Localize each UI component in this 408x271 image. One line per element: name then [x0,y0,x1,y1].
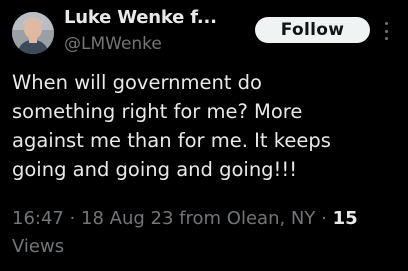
tweet-card: Luke Wenke f... @LMWenke Follow When wil… [0,0,408,271]
tweet-time[interactable]: 16:47 [12,208,64,229]
views-label[interactable]: Views [12,236,64,257]
tweet-location[interactable]: Olean, NY [227,208,316,229]
tweet-text-line: going and going and going!!! [12,158,298,181]
tweet-meta: 16:47 · 18 Aug 23 from Olean, NY · 15 Vi… [12,205,402,261]
more-dot [384,22,388,25]
more-dot [384,37,388,40]
meta-separator: · [63,208,82,229]
more-dot [384,29,388,33]
tweet-text-line: When will government do [12,71,262,94]
tweet-text: When will government do something right … [12,68,396,184]
meta-separator: · [315,208,333,229]
location-prefix: from [173,208,227,229]
tweet-text-line: something right for me? More [12,100,303,123]
author-handle[interactable]: @LMWenke [64,34,162,54]
tweet-text-line: against me than for me. It keeps [12,129,331,152]
views-count[interactable]: 15 [333,208,358,229]
follow-button[interactable]: Follow [255,17,370,43]
more-horizontal-icon[interactable] [383,22,389,40]
avatar-image [12,12,54,54]
tweet-date[interactable]: 18 Aug 23 [81,208,173,229]
avatar[interactable] [12,12,54,54]
author-name[interactable]: Luke Wenke f... [64,7,217,28]
